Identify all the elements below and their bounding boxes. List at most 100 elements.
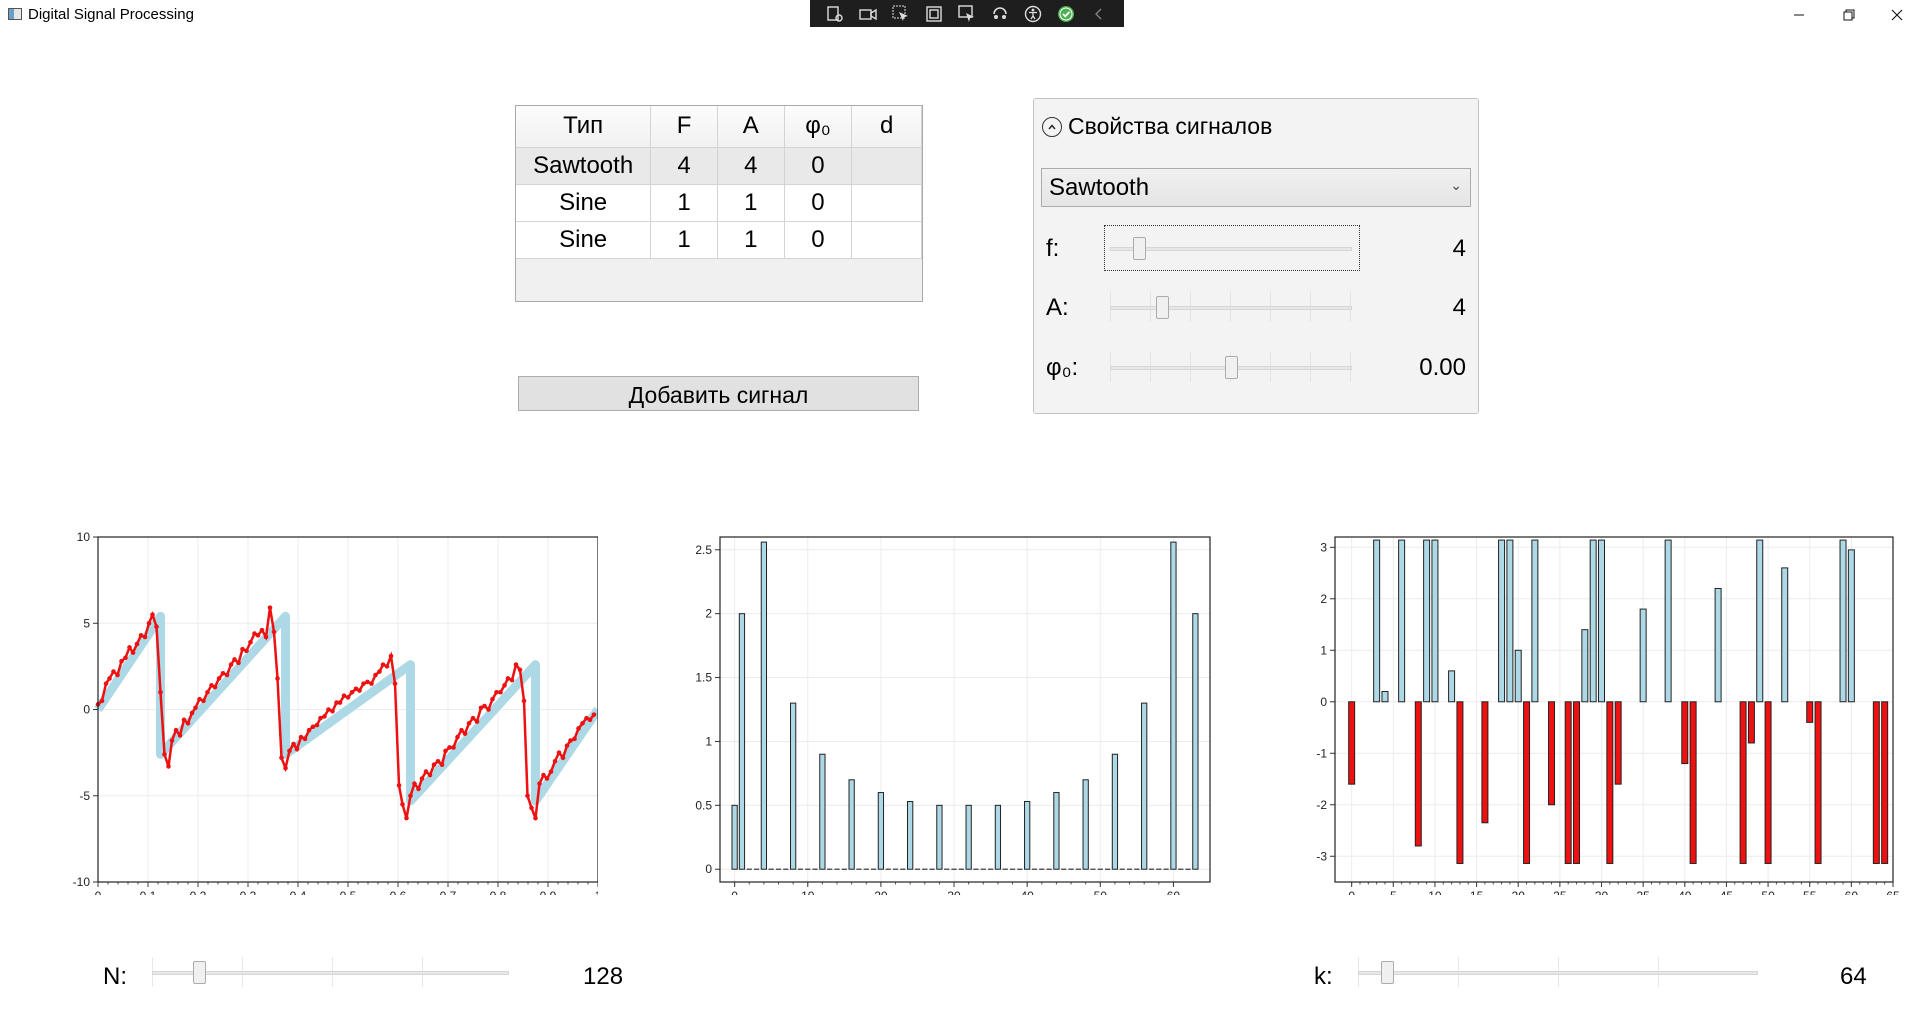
amplitude-spectrum-chart[interactable]: 0 10 20 30 40 50 60 2.5 2 1.5 1 0.5 0 [680,525,1220,903]
slider-thumb[interactable] [1381,961,1395,984]
y-tick-label: -5 [79,789,90,803]
sample-point [130,650,136,655]
x-tick-label: 0.4 [290,889,307,895]
track-focus-icon[interactable] [956,4,978,24]
column-header-d[interactable]: d [851,106,922,148]
n-value: 128 [583,963,624,990]
cell-phi[interactable]: 0 [784,147,853,185]
live-tree-icon[interactable] [824,4,846,24]
phase-slider[interactable] [1110,352,1352,382]
cell-f[interactable]: 4 [650,147,718,185]
table-row[interactable]: Sine 1 1 0 [516,221,922,259]
sample-point [123,655,128,661]
x-tick-label: 0.8 [490,889,507,895]
sample-point [232,657,237,662]
bar [1514,649,1522,703]
signal-type-select[interactable]: Sawtooth ⌄ [1041,168,1471,207]
column-header-f[interactable]: F [650,106,718,148]
bar [1481,701,1489,824]
sample-point [294,746,300,752]
sample-point [474,719,480,724]
properties-expander-header[interactable]: Свойства сигналов [1042,113,1272,140]
cell-phi[interactable]: 0 [784,221,853,259]
sample-point [587,717,593,723]
camera-icon[interactable] [857,4,879,24]
cell-a[interactable]: 4 [717,147,785,185]
sample-point [298,734,304,740]
n-label: N: [103,963,127,990]
x-tick-label: 0.2 [190,889,207,895]
sample-point [236,660,241,666]
bar [1564,701,1572,864]
cell-a[interactable]: 1 [717,221,785,259]
cell-a[interactable]: 1 [717,184,785,222]
table-row[interactable]: Sawtooth 4 4 0 [516,147,922,185]
k-label: k: [1314,963,1333,990]
sample-point [357,688,362,693]
bar [1431,539,1439,703]
binding-failures-icon[interactable] [989,4,1011,24]
signals-table[interactable]: Тип F A φ₀ d Sawtooth 4 4 0 Sine 1 1 0 S… [515,105,923,302]
close-button[interactable] [1874,0,1920,30]
signal-chart[interactable]: 0 0.1 0.2 0.3 0.4 0.5 0.6 0.7 0.8 0.9 1 10 5 0 -5 -10 [58,525,602,903]
sample-point [517,667,523,673]
minimize-button[interactable] [1776,0,1822,30]
frequency-slider[interactable] [1110,235,1352,261]
phase-spectrum-chart[interactable]: 051015202530354045505560653210-1-2-3 [1290,525,1900,903]
sample-point [447,745,452,750]
x-tick-label: 10 [1428,889,1442,895]
cell-f[interactable]: 1 [650,221,718,259]
sample-point [314,722,320,728]
n-slider[interactable] [152,957,509,987]
slider-thumb[interactable] [193,961,207,984]
cell-d[interactable] [851,147,922,185]
cell-type[interactable]: Sine [516,221,652,259]
chevron-up-icon[interactable] [1042,116,1062,137]
sample-point [201,698,206,704]
cell-type[interactable]: Sine [516,184,652,222]
phase-value: 0.00 [1419,354,1466,381]
bar [1348,701,1356,785]
window-title: Digital Signal Processing [28,6,194,23]
slider-thumb[interactable] [1224,356,1238,379]
sample-point [228,662,234,667]
accessibility-icon[interactable] [1022,4,1044,24]
column-header-a[interactable]: A [717,106,785,148]
sample-point [552,758,558,764]
bar [1598,539,1606,703]
bar [1664,539,1672,703]
column-header-type[interactable]: Тип [516,106,652,148]
sample-point [513,662,519,667]
bar [1448,670,1456,703]
slider-thumb[interactable] [1132,237,1146,260]
add-signal-button[interactable]: Добавить сигнал [518,376,919,411]
sample-point [505,676,511,681]
cell-phi[interactable]: 0 [784,184,853,222]
cell-d[interactable] [851,184,922,222]
sample-point [306,727,312,733]
check-circle-icon[interactable] [1055,4,1077,24]
sample-point [384,664,390,669]
chevron-left-icon[interactable] [1088,4,1110,24]
sample-point [283,765,288,771]
column-header-phi[interactable]: φ₀ [784,106,853,148]
cell-d[interactable] [851,221,922,259]
sample-point [103,681,109,686]
sample-point [490,696,495,702]
table-row[interactable]: Sine 1 1 0 [516,184,922,222]
slider-thumb[interactable] [1155,296,1169,319]
sample-point [404,815,409,821]
amplitude-slider[interactable] [1110,292,1352,322]
select-element-icon[interactable] [890,4,912,24]
x-tick-label: 5 [1390,889,1397,895]
k-slider[interactable] [1358,957,1758,987]
sample-point [525,793,530,799]
bar [738,613,746,870]
cell-type[interactable]: Sawtooth [516,147,652,185]
restore-button[interactable] [1826,0,1872,30]
bar [1141,702,1148,870]
sample-point [259,627,265,633]
bar [1111,753,1119,870]
cell-f[interactable]: 1 [650,184,718,222]
layout-adorner-icon[interactable] [923,4,945,24]
